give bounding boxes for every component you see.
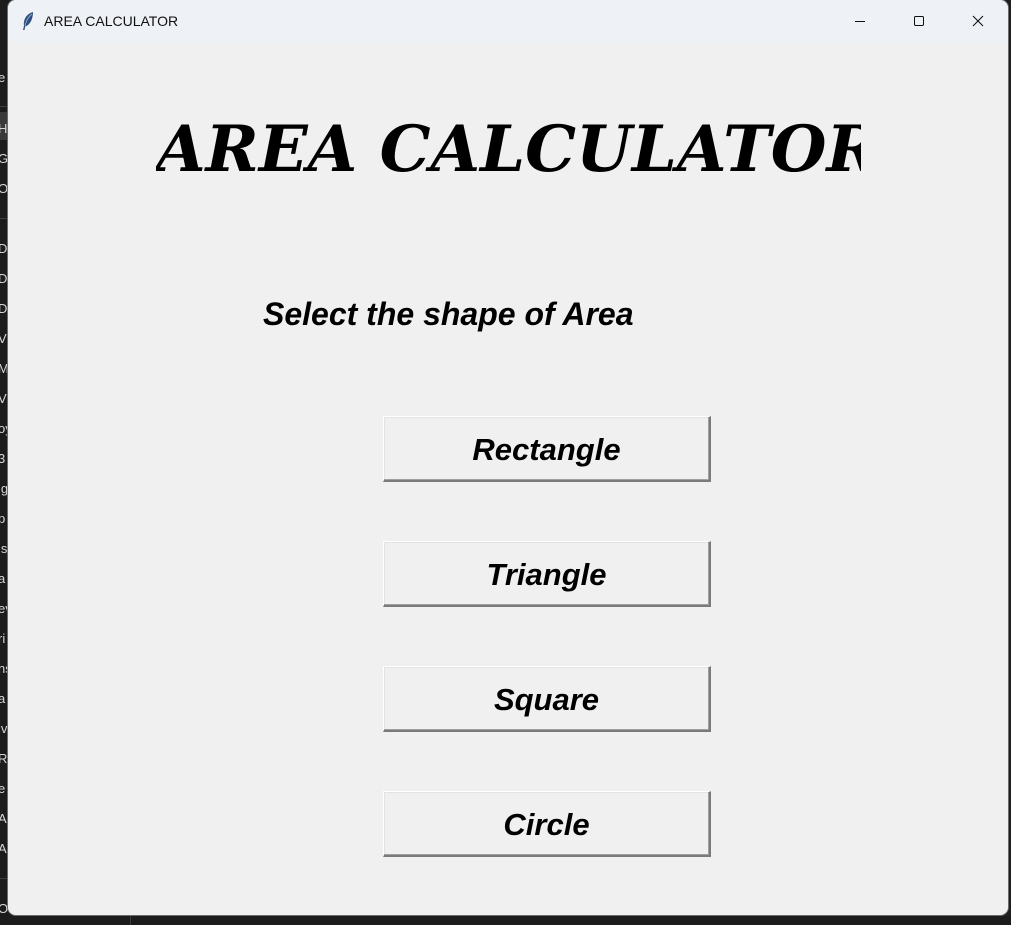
close-button[interactable] [949,0,1007,42]
window-title: AREA CALCULATOR [44,13,179,29]
minimize-button[interactable] [831,0,889,42]
maximize-icon [914,16,924,26]
circle-button[interactable]: Circle [383,791,711,857]
app-heading: AREA CALCULATOR [156,112,861,187]
minimize-icon [855,21,865,22]
shape-prompt: Select the shape of Area [263,296,634,332]
triangle-button[interactable]: Triangle [383,541,711,607]
maximize-button[interactable] [890,0,948,42]
background-window-bottom [0,916,1011,925]
close-icon [972,15,984,27]
feather-icon [20,11,36,31]
square-button[interactable]: Square [383,666,711,732]
app-window: AREA CALCULATOR AREA CALCULATOR Select t… [8,0,1008,915]
background-divider [130,916,131,925]
app-content: AREA CALCULATOR Select the shape of Area… [8,42,1008,915]
title-bar[interactable]: AREA CALCULATOR [8,0,1008,42]
rectangle-button[interactable]: Rectangle [383,416,711,482]
